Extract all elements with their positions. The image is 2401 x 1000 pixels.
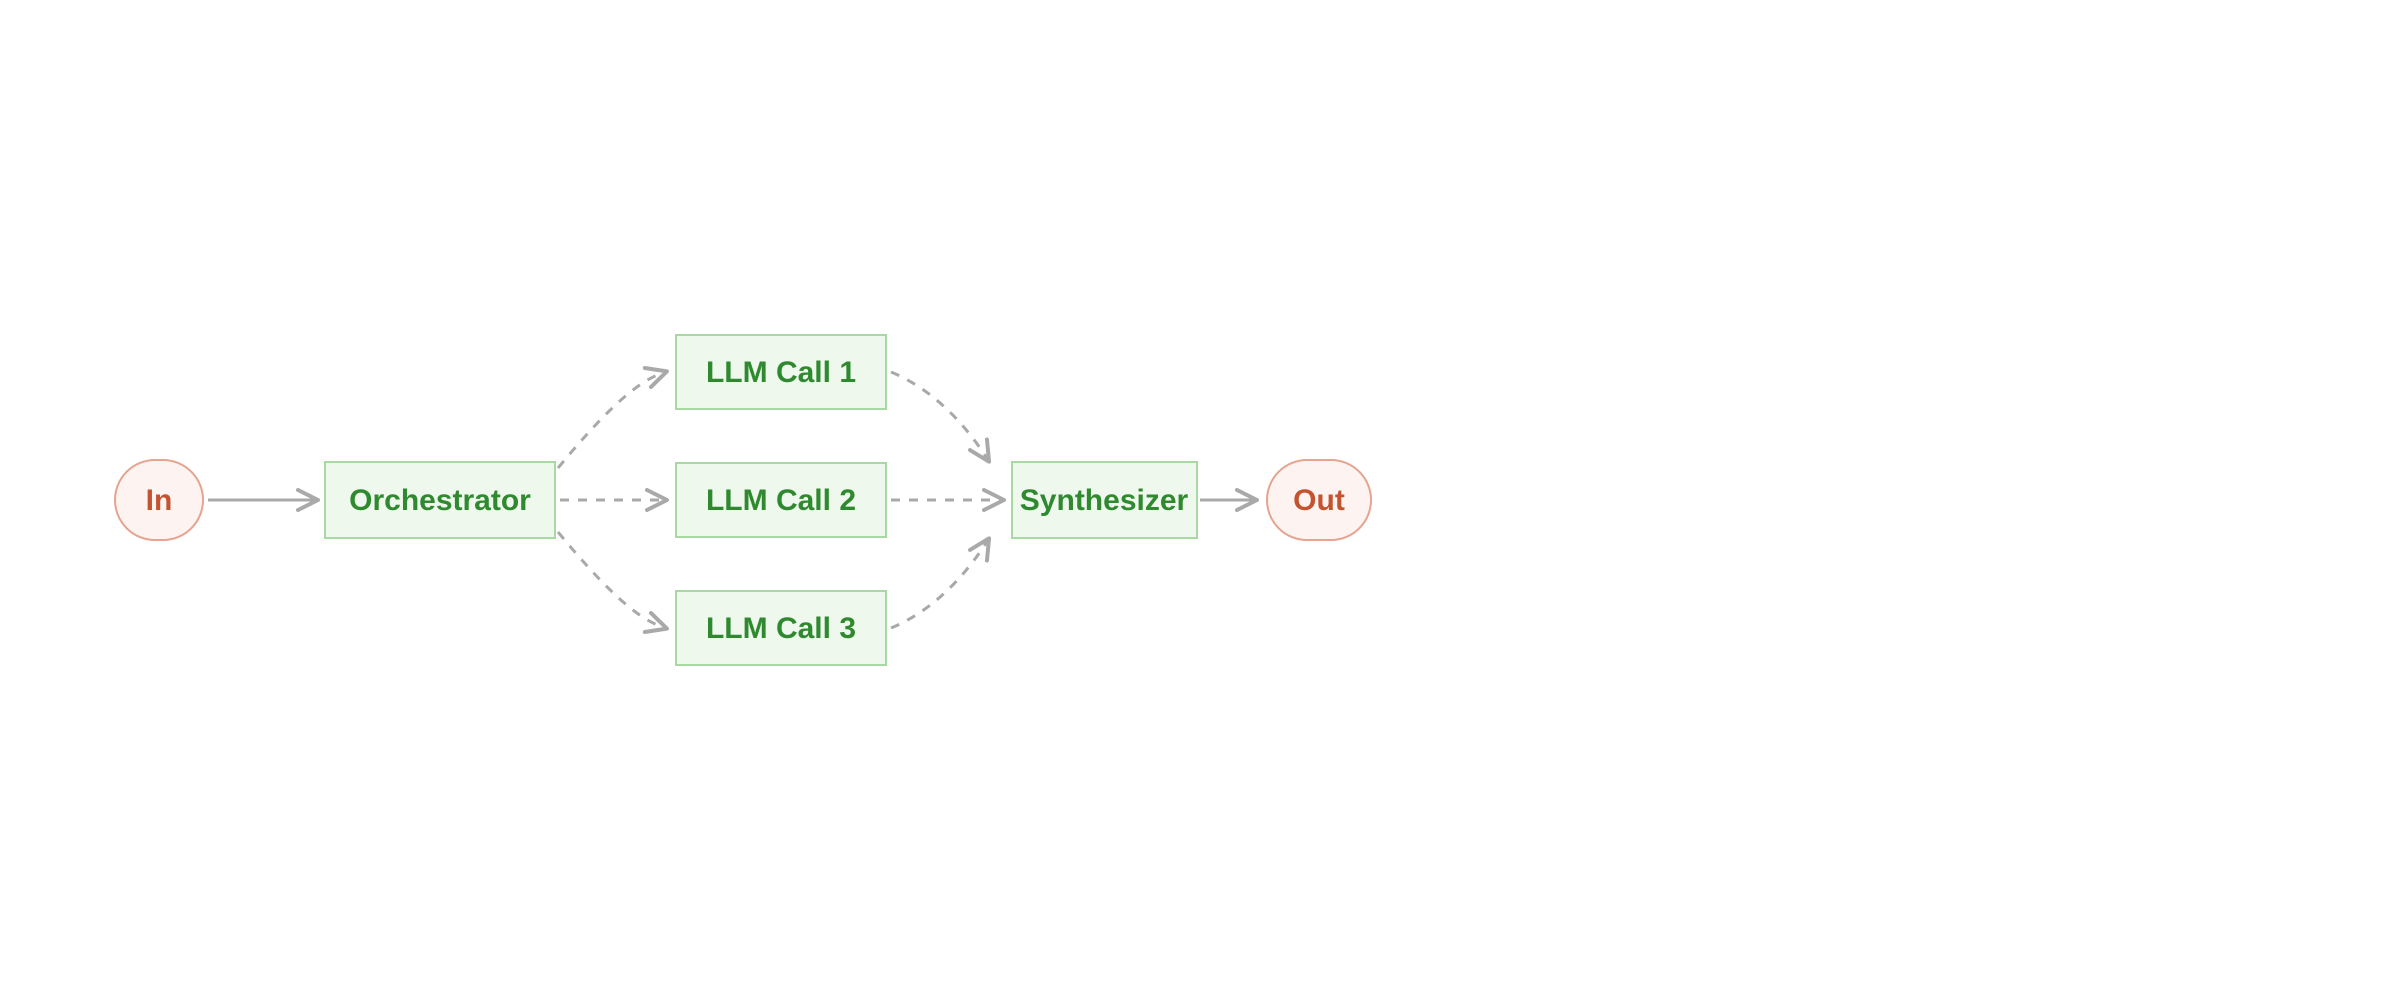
node-llm1-label: LLM Call 1 [706,356,856,389]
node-llm2-label: LLM Call 2 [706,484,856,517]
node-orchestrator: Orchestrator [325,462,555,538]
edge-llm1-to-synthesizer [891,372,988,460]
node-llm3-label: LLM Call 3 [706,612,856,645]
edge-llm3-to-synthesizer [891,540,988,628]
edge-orchestrator-to-llm3 [558,532,665,628]
node-in: In [115,460,203,540]
orchestrator-diagram: In Orchestrator LLM Call 1 LLM Call 2 LL… [0,0,2401,1000]
node-llm2: LLM Call 2 [676,463,886,537]
edge-orchestrator-to-llm1 [558,372,665,468]
node-llm1: LLM Call 1 [676,335,886,409]
node-orchestrator-label: Orchestrator [349,484,531,517]
node-synthesizer: Synthesizer [1012,462,1197,538]
node-out-label: Out [1293,484,1345,517]
node-synthesizer-label: Synthesizer [1020,484,1189,517]
node-llm3: LLM Call 3 [676,591,886,665]
node-out: Out [1267,460,1371,540]
node-in-label: In [146,484,173,517]
